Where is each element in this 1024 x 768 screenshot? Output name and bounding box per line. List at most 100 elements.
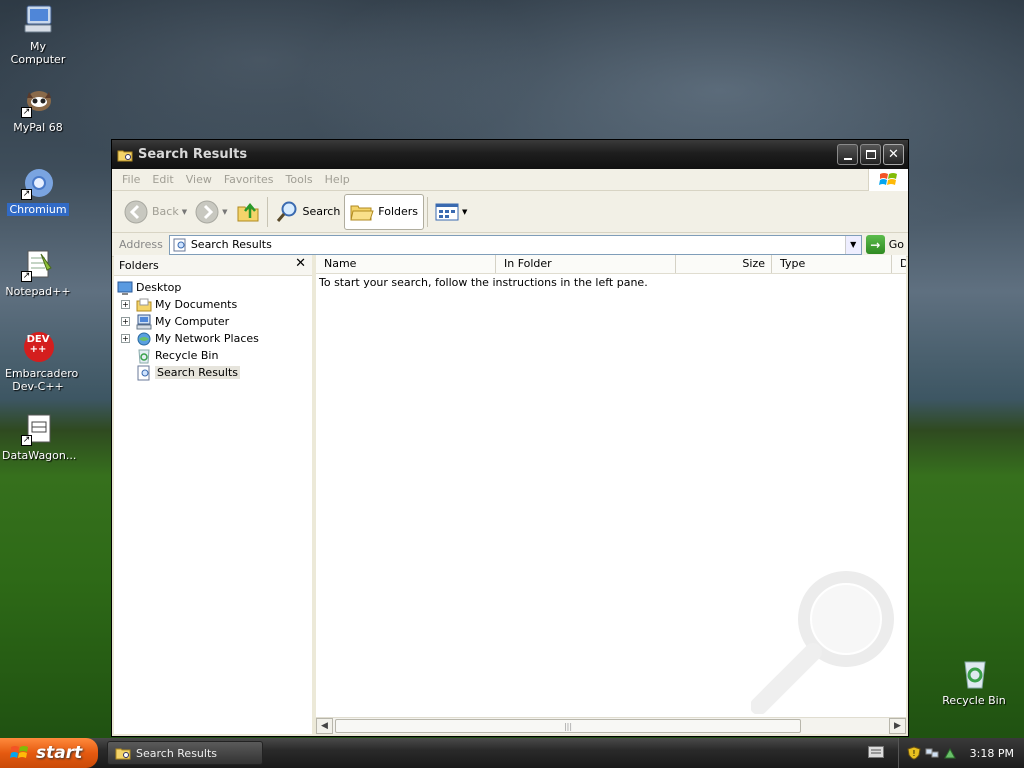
desktop-icon-recycle-bin[interactable]: Recycle Bin bbox=[936, 657, 1012, 707]
tree-item-my-network-places[interactable]: + My Network Places bbox=[117, 330, 312, 347]
keyboard-icon[interactable] bbox=[868, 746, 884, 758]
expand-icon[interactable]: + bbox=[121, 317, 130, 326]
folders-button[interactable]: Folders bbox=[344, 193, 425, 230]
desktop-icon-devcpp[interactable]: DEV ++ Embarcadero Dev-C++ bbox=[0, 330, 79, 393]
folders-pane-header: Folders ✕ bbox=[114, 255, 312, 276]
my-computer-icon bbox=[136, 314, 152, 329]
taskbar-item-label: Search Results bbox=[136, 746, 218, 760]
desktop-icon-datawagon[interactable]: ↗ DataWagon... bbox=[0, 412, 76, 462]
desktop-icon-mypal[interactable]: ↗ MyPal 68 bbox=[0, 84, 76, 134]
shortcut-arrow-icon: ↗ bbox=[21, 271, 32, 282]
devcpp-icon-text: DEV ++ bbox=[26, 334, 50, 355]
devcpp-icon: DEV ++ bbox=[21, 330, 55, 364]
close-icon: ✕ bbox=[888, 147, 899, 162]
up-folder-button[interactable] bbox=[232, 194, 264, 230]
tree-item-label: Desktop bbox=[136, 281, 182, 294]
network-icon[interactable] bbox=[925, 746, 939, 760]
datawagon-icon: ↗ bbox=[21, 412, 55, 446]
scroll-left-button[interactable]: ◀ bbox=[316, 718, 333, 734]
start-label: start bbox=[36, 743, 83, 763]
results-pane[interactable]: Name In Folder Size Type D To start your… bbox=[316, 255, 906, 734]
close-button[interactable]: ✕ bbox=[883, 144, 904, 165]
forward-arrow-icon bbox=[195, 200, 219, 223]
shortcut-arrow-icon: ↗ bbox=[21, 189, 32, 200]
desktop-icon-label: MyPal 68 bbox=[13, 121, 63, 134]
maximize-button[interactable] bbox=[860, 144, 881, 165]
folders-icon bbox=[350, 205, 374, 220]
desktop-icon-label: Notepad++ bbox=[5, 285, 71, 298]
window-titlebar[interactable]: Search Results ✕ bbox=[112, 140, 908, 169]
desktop-icon-my-computer[interactable]: My Computer bbox=[0, 3, 76, 66]
views-button[interactable]: ▼ bbox=[431, 194, 471, 230]
scroll-thumb[interactable]: ||| bbox=[335, 719, 801, 733]
desktop-icon-label: DataWagon... bbox=[2, 449, 77, 462]
address-dropdown-icon[interactable]: ▼ bbox=[844, 235, 861, 254]
forward-button[interactable]: ▼ bbox=[191, 194, 231, 230]
tree-item-label: Search Results bbox=[155, 366, 241, 379]
minimize-button[interactable] bbox=[837, 144, 858, 165]
address-bar: Address Search Results ▼ → Go bbox=[112, 233, 908, 257]
folder-tree: Desktop + My Documents + My Computer + M… bbox=[114, 276, 312, 381]
address-value: Search Results bbox=[190, 238, 272, 251]
toolbar-separator bbox=[266, 196, 268, 227]
menu-bar: File Edit View Favorites Tools Help bbox=[112, 169, 908, 191]
minimize-icon bbox=[843, 157, 852, 160]
toolbar-separator bbox=[427, 196, 429, 227]
recycle-bin-icon bbox=[957, 657, 991, 691]
tree-item-my-documents[interactable]: + My Documents bbox=[117, 296, 312, 313]
tree-item-my-computer[interactable]: + My Computer bbox=[117, 313, 312, 330]
search-label: Search bbox=[302, 205, 341, 218]
menu-file[interactable]: File bbox=[116, 173, 146, 186]
up-folder-icon bbox=[237, 202, 258, 221]
back-button[interactable]: Back ▼ bbox=[120, 194, 191, 230]
security-shield-icon[interactable]: ! bbox=[907, 746, 921, 760]
menu-tools[interactable]: Tools bbox=[280, 173, 319, 186]
search-button[interactable]: Search bbox=[271, 194, 345, 230]
explorer-content: Folders ✕ Desktop + My Documents + My Co… bbox=[114, 255, 906, 734]
start-button[interactable]: start bbox=[0, 738, 98, 768]
chromium-icon: ↗ bbox=[21, 166, 55, 200]
folders-pane-close-icon[interactable]: ✕ bbox=[295, 256, 306, 271]
forward-dropdown-icon[interactable]: ▼ bbox=[222, 208, 227, 216]
safely-remove-icon[interactable] bbox=[943, 746, 957, 760]
column-header-date[interactable]: D bbox=[892, 255, 906, 273]
network-places-icon bbox=[137, 332, 151, 345]
address-input[interactable]: Search Results ▼ bbox=[168, 234, 862, 255]
menu-favorites[interactable]: Favorites bbox=[218, 173, 280, 186]
menu-view[interactable]: View bbox=[180, 173, 218, 186]
tree-item-desktop[interactable]: Desktop bbox=[117, 279, 312, 296]
back-label: Back bbox=[152, 205, 179, 218]
address-label: Address bbox=[119, 238, 163, 251]
empty-results-message: To start your search, follow the instruc… bbox=[319, 276, 648, 289]
taskbar-item-search-results[interactable]: Search Results bbox=[107, 741, 263, 765]
taskbar: start Search Results ! 3:18 PM bbox=[0, 738, 1024, 768]
horizontal-scrollbar[interactable]: ◀ ||| ▶ bbox=[316, 717, 906, 734]
desktop-icon-notepadpp[interactable]: ↗ Notepad++ bbox=[0, 248, 76, 298]
views-icon bbox=[435, 203, 459, 220]
windows-flag-icon bbox=[10, 746, 28, 758]
expand-icon[interactable]: + bbox=[121, 334, 130, 343]
standard-toolbar: Back ▼ ▼ Search Folders ▼ bbox=[112, 191, 908, 233]
desktop-icon-label: Embarcadero Dev-C++ bbox=[5, 367, 79, 393]
desktop-icon-chromium[interactable]: ↗ Chromium bbox=[0, 166, 76, 216]
tree-item-search-results[interactable]: Search Results bbox=[117, 364, 312, 381]
search-icon bbox=[276, 201, 296, 222]
go-arrow-icon: → bbox=[865, 235, 885, 254]
expand-icon[interactable]: + bbox=[121, 300, 130, 309]
views-dropdown-icon[interactable]: ▼ bbox=[462, 208, 467, 216]
search-results-window[interactable]: Search Results ✕ File Edit View Favorite… bbox=[111, 139, 909, 737]
column-header-size[interactable]: Size bbox=[676, 255, 772, 273]
menu-edit[interactable]: Edit bbox=[146, 173, 179, 186]
column-header-in-folder[interactable]: In Folder bbox=[496, 255, 676, 273]
column-header-type[interactable]: Type bbox=[772, 255, 892, 273]
search-folder-icon bbox=[115, 748, 131, 760]
shortcut-arrow-icon: ↗ bbox=[21, 107, 32, 118]
my-computer-icon bbox=[21, 3, 55, 37]
clock[interactable]: 3:18 PM bbox=[970, 747, 1014, 760]
scroll-right-button[interactable]: ▶ bbox=[889, 718, 906, 734]
tree-item-recycle-bin[interactable]: Recycle Bin bbox=[117, 347, 312, 364]
back-dropdown-icon[interactable]: ▼ bbox=[182, 208, 187, 216]
go-button[interactable]: → Go bbox=[865, 235, 904, 254]
column-header-name[interactable]: Name bbox=[316, 255, 496, 273]
menu-help[interactable]: Help bbox=[319, 173, 356, 186]
